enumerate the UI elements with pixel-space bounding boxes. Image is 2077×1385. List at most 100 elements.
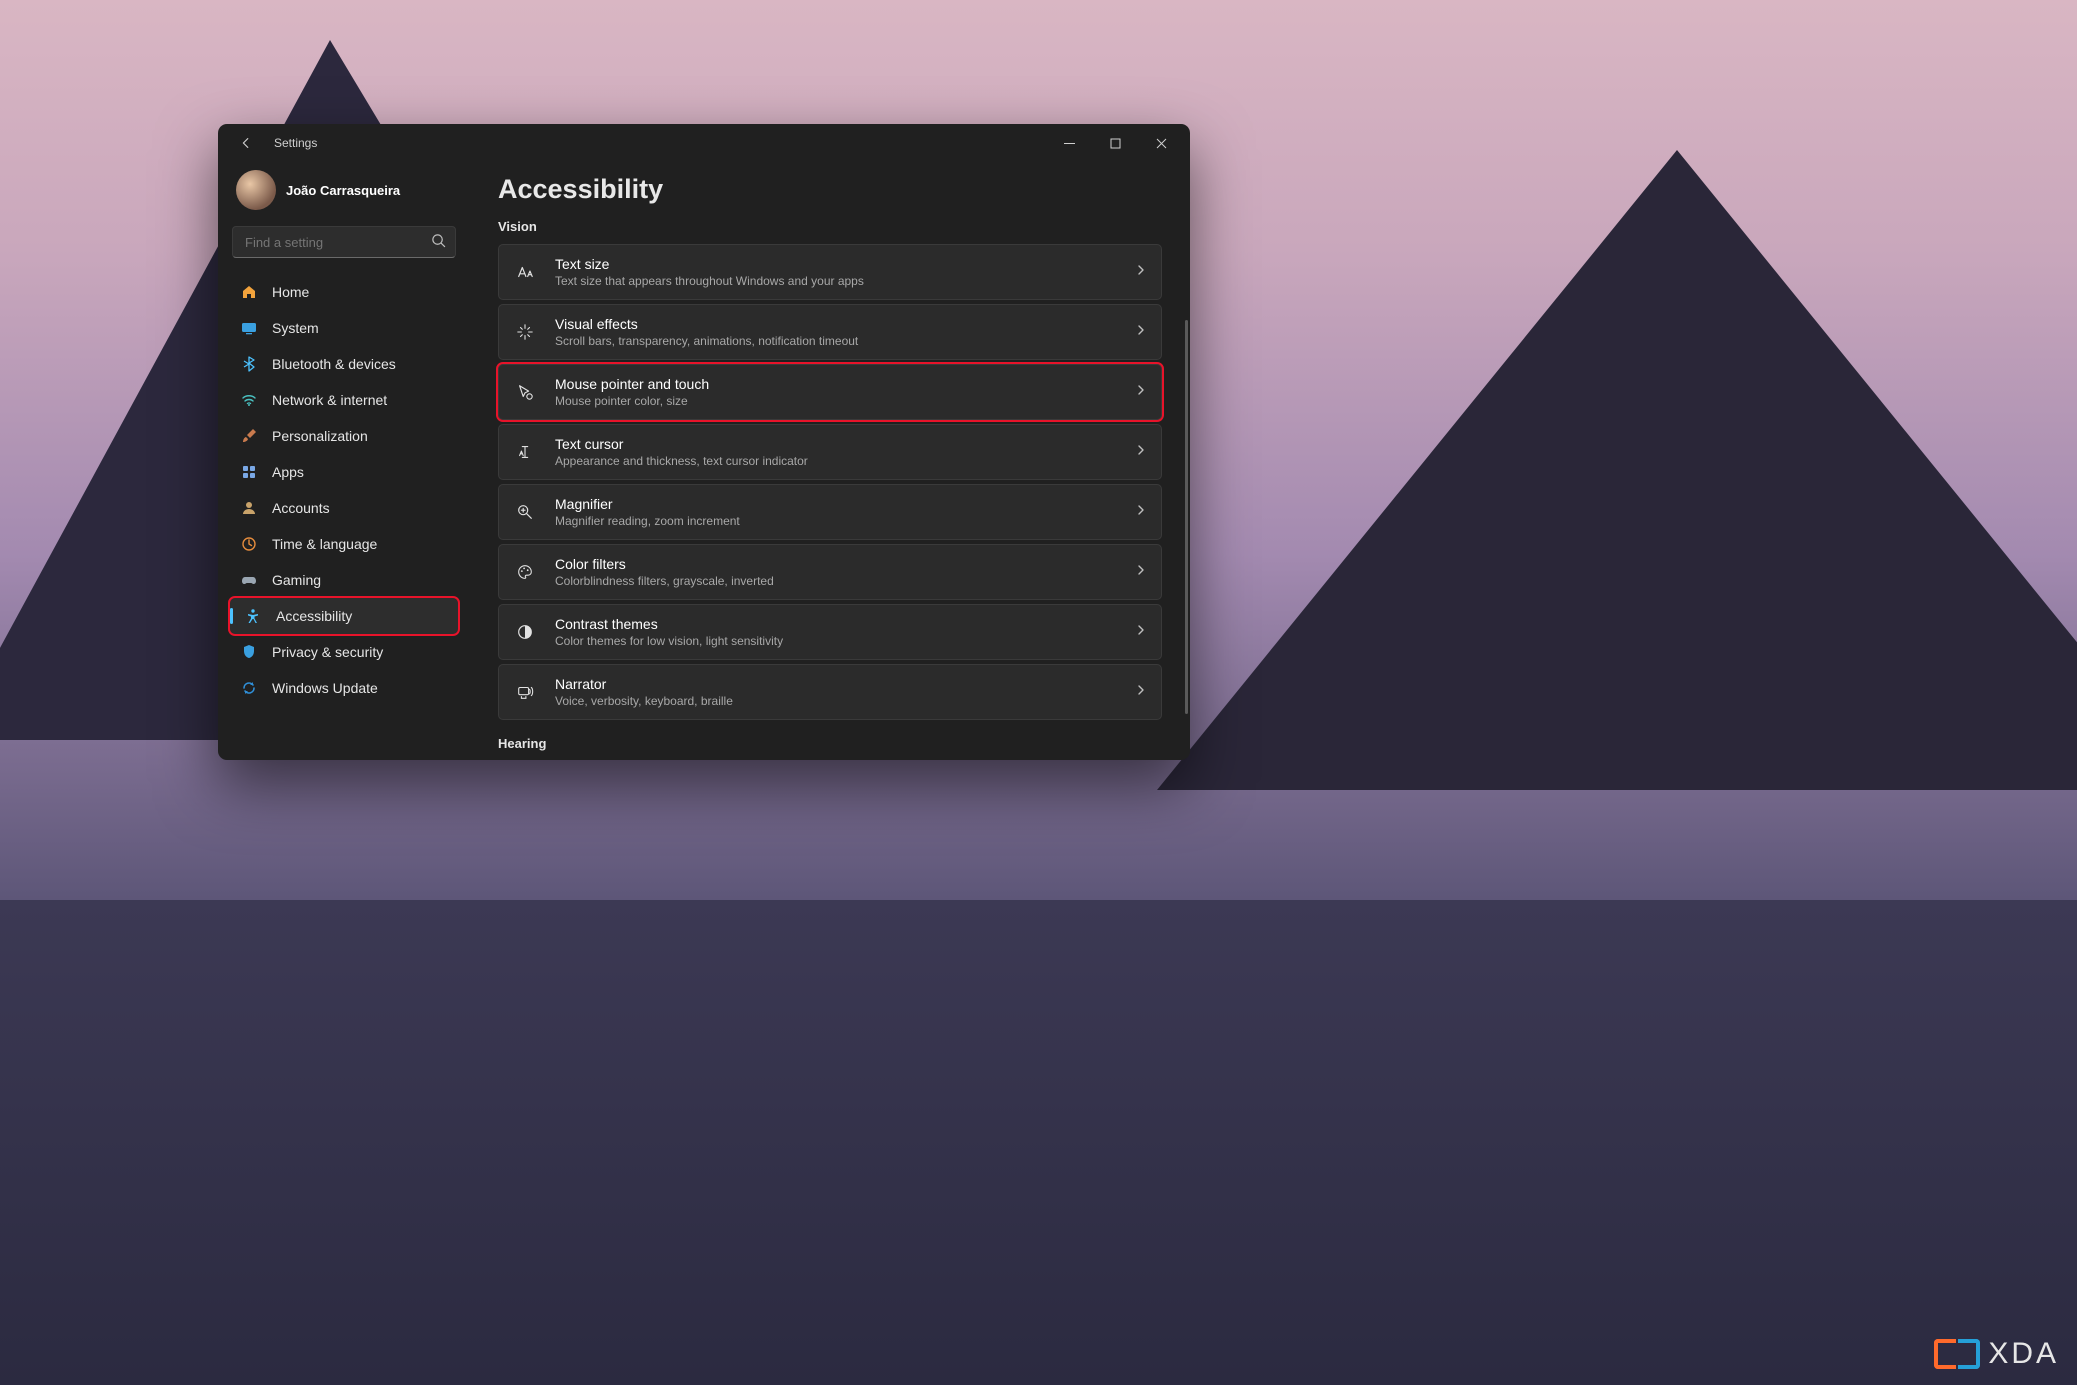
bracket-right-icon bbox=[1958, 1339, 1980, 1369]
setting-narrator[interactable]: Narrator Voice, verbosity, keyboard, brai… bbox=[498, 664, 1162, 720]
settings-window: Settings João Carrasqueira Home bbox=[218, 124, 1190, 760]
sidebar-item-label: System bbox=[272, 320, 319, 336]
sidebar: João Carrasqueira Home System Bluetooth … bbox=[218, 162, 470, 760]
sidebar-item-gaming[interactable]: Gaming bbox=[230, 562, 458, 598]
card-title: Mouse pointer and touch bbox=[555, 376, 1135, 392]
sidebar-item-label: Time & language bbox=[272, 536, 377, 552]
sidebar-item-privacy[interactable]: Privacy & security bbox=[230, 634, 458, 670]
sidebar-item-label: Gaming bbox=[272, 572, 321, 588]
sidebar-item-label: Home bbox=[272, 284, 309, 300]
setting-text-size[interactable]: Text size Text size that appears througho… bbox=[498, 244, 1162, 300]
card-title: Contrast themes bbox=[555, 616, 1135, 632]
palette-icon bbox=[513, 563, 537, 581]
sidebar-item-bluetooth[interactable]: Bluetooth & devices bbox=[230, 346, 458, 382]
accessibility-icon bbox=[244, 607, 262, 625]
maximize-button[interactable] bbox=[1092, 127, 1138, 159]
card-desc: Voice, verbosity, keyboard, braille bbox=[555, 694, 1135, 708]
setting-contrast-themes[interactable]: Contrast themes Color themes for low visi… bbox=[498, 604, 1162, 660]
sidebar-item-personalization[interactable]: Personalization bbox=[230, 418, 458, 454]
sidebar-item-label: Bluetooth & devices bbox=[272, 356, 396, 372]
card-desc: Magnifier reading, zoom increment bbox=[555, 514, 1135, 528]
scrollbar[interactable] bbox=[1185, 320, 1188, 714]
card-desc: Colorblindness filters, grayscale, inver… bbox=[555, 574, 1135, 588]
card-title: Narrator bbox=[555, 676, 1135, 692]
card-desc: Scroll bars, transparency, animations, n… bbox=[555, 334, 1135, 348]
avatar bbox=[236, 170, 276, 210]
gamepad-icon bbox=[240, 571, 258, 589]
chevron-right-icon bbox=[1135, 263, 1147, 281]
chevron-right-icon bbox=[1135, 323, 1147, 341]
setting-mouse-pointer[interactable]: Mouse pointer and touch Mouse pointer col… bbox=[498, 364, 1162, 420]
wallpaper-mountain-right bbox=[1157, 150, 2077, 790]
sidebar-item-accounts[interactable]: Accounts bbox=[230, 490, 458, 526]
back-button[interactable] bbox=[232, 129, 260, 157]
window-controls bbox=[1046, 127, 1184, 159]
text-cursor-icon bbox=[513, 443, 537, 461]
wifi-icon bbox=[240, 391, 258, 409]
search-input[interactable] bbox=[232, 226, 456, 258]
nav-list: Home System Bluetooth & devices Network … bbox=[230, 274, 458, 706]
section-title-vision: Vision bbox=[498, 219, 1162, 234]
sidebar-item-label: Windows Update bbox=[272, 680, 378, 696]
setting-magnifier[interactable]: Magnifier Magnifier reading, zoom increme… bbox=[498, 484, 1162, 540]
sidebar-item-label: Personalization bbox=[272, 428, 368, 444]
sidebar-item-windows-update[interactable]: Windows Update bbox=[230, 670, 458, 706]
bracket-left-icon bbox=[1934, 1339, 1956, 1369]
sidebar-item-accessibility[interactable]: Accessibility bbox=[230, 598, 458, 634]
wallpaper-water bbox=[0, 900, 2077, 1385]
card-desc: Mouse pointer color, size bbox=[555, 394, 1135, 408]
section-title-hearing: Hearing bbox=[498, 736, 1162, 751]
person-icon bbox=[240, 499, 258, 517]
sidebar-item-label: Privacy & security bbox=[272, 644, 383, 660]
contrast-icon bbox=[513, 623, 537, 641]
sidebar-item-label: Accounts bbox=[272, 500, 330, 516]
card-title: Visual effects bbox=[555, 316, 1135, 332]
chevron-right-icon bbox=[1135, 383, 1147, 401]
watermark-text: XDA bbox=[1988, 1337, 2059, 1371]
sidebar-item-label: Apps bbox=[272, 464, 304, 480]
sidebar-item-network[interactable]: Network & internet bbox=[230, 382, 458, 418]
paintbrush-icon bbox=[240, 427, 258, 445]
setting-text-cursor[interactable]: Text cursor Appearance and thickness, tex… bbox=[498, 424, 1162, 480]
sidebar-item-home[interactable]: Home bbox=[230, 274, 458, 310]
search-icon bbox=[431, 233, 446, 253]
sidebar-item-time[interactable]: Time & language bbox=[230, 526, 458, 562]
home-icon bbox=[240, 283, 258, 301]
magnifier-icon bbox=[513, 503, 537, 521]
cursor-icon bbox=[513, 383, 537, 401]
sidebar-item-apps[interactable]: Apps bbox=[230, 454, 458, 490]
user-name: João Carrasqueira bbox=[286, 183, 400, 198]
chevron-right-icon bbox=[1135, 563, 1147, 581]
titlebar: Settings bbox=[218, 124, 1190, 162]
app-title: Settings bbox=[274, 136, 317, 150]
card-title: Text size bbox=[555, 256, 1135, 272]
card-desc: Appearance and thickness, text cursor in… bbox=[555, 454, 1135, 468]
chevron-right-icon bbox=[1135, 683, 1147, 701]
sidebar-item-label: Accessibility bbox=[276, 608, 352, 624]
card-title: Text cursor bbox=[555, 436, 1135, 452]
sidebar-item-system[interactable]: System bbox=[230, 310, 458, 346]
update-icon bbox=[240, 679, 258, 697]
shield-icon bbox=[240, 643, 258, 661]
chevron-right-icon bbox=[1135, 503, 1147, 521]
sidebar-item-label: Network & internet bbox=[272, 392, 387, 408]
chevron-right-icon bbox=[1135, 623, 1147, 641]
minimize-button[interactable] bbox=[1046, 127, 1092, 159]
close-button[interactable] bbox=[1138, 127, 1184, 159]
clock-icon bbox=[240, 535, 258, 553]
text-size-icon bbox=[513, 263, 537, 281]
page-title: Accessibility bbox=[498, 174, 1162, 205]
card-desc: Color themes for low vision, light sensi… bbox=[555, 634, 1135, 648]
search-container bbox=[232, 226, 456, 258]
card-desc: Text size that appears throughout Window… bbox=[555, 274, 1135, 288]
bluetooth-icon bbox=[240, 355, 258, 373]
sparkle-icon bbox=[513, 323, 537, 341]
card-title: Magnifier bbox=[555, 496, 1135, 512]
narrator-icon bbox=[513, 683, 537, 701]
apps-icon bbox=[240, 463, 258, 481]
user-account-row[interactable]: João Carrasqueira bbox=[230, 166, 458, 220]
setting-visual-effects[interactable]: Visual effects Scroll bars, transparency,… bbox=[498, 304, 1162, 360]
xda-watermark: XDA bbox=[1934, 1337, 2059, 1371]
setting-color-filters[interactable]: Color filtersColorblindness filters, gra… bbox=[498, 544, 1162, 600]
system-icon bbox=[240, 319, 258, 337]
